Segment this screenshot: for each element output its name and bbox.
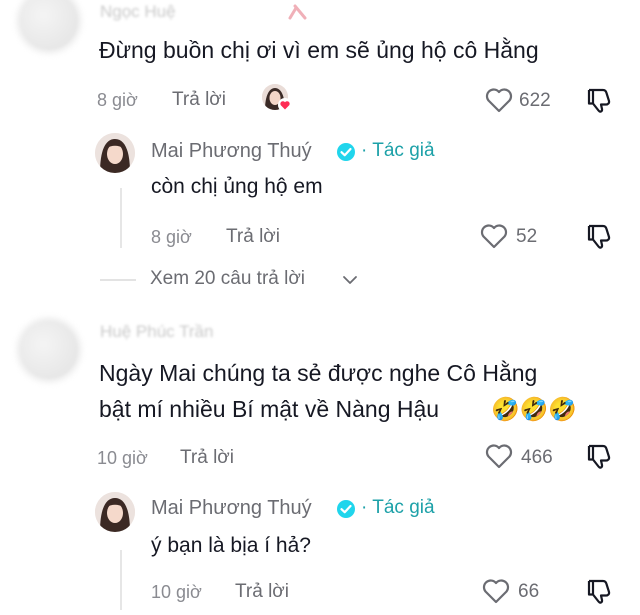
reply-author-name[interactable]: Mai Phương Thuý bbox=[151, 497, 312, 520]
reply-button[interactable]: Trả lời bbox=[235, 581, 289, 603]
like-count: 622 bbox=[519, 90, 551, 111]
reply-button[interactable]: Trả lời bbox=[172, 89, 226, 111]
comment-text-line-1: Ngày Mai chúng ta sẻ được nghe Cô Hằng bbox=[99, 360, 538, 386]
reply-button[interactable]: Trả lời bbox=[180, 447, 234, 469]
reply-author-name[interactable]: Mai Phương Thuý bbox=[151, 140, 312, 163]
like-count: 52 bbox=[516, 226, 538, 247]
view-more-replies[interactable]: Xem 20 câu trả lời bbox=[150, 268, 305, 290]
comment-text: Đừng buồn chị ơi vì em sẽ ủng hộ cô Hằng bbox=[99, 37, 539, 63]
thread-line bbox=[120, 188, 122, 248]
heart-badge-icon bbox=[278, 98, 292, 112]
commenter-name[interactable]: Ngọc Huệ bbox=[100, 2, 176, 22]
thread-line bbox=[120, 550, 122, 610]
reply-author-avatar[interactable] bbox=[95, 492, 135, 532]
verified-icon bbox=[336, 142, 356, 162]
dislike-icon[interactable] bbox=[583, 221, 613, 251]
author-tag: · Tác giả bbox=[361, 140, 435, 161]
commenter-avatar[interactable] bbox=[20, 321, 78, 379]
reply-author-avatar[interactable] bbox=[95, 133, 135, 173]
dislike-icon[interactable] bbox=[583, 441, 613, 471]
comment-text-line-2: bật mí nhiều Bí mật về Nàng Hậu bbox=[99, 396, 440, 422]
verified-icon bbox=[336, 499, 356, 519]
dislike-icon[interactable] bbox=[583, 85, 613, 115]
author-tag: · Tác giả bbox=[361, 497, 435, 518]
reply-text: ý bạn là bịa í hả? bbox=[151, 534, 311, 557]
like-icon[interactable] bbox=[484, 86, 514, 114]
like-icon[interactable] bbox=[484, 442, 514, 470]
like-count: 66 bbox=[518, 581, 540, 602]
dislike-icon[interactable] bbox=[583, 576, 613, 606]
comment-time: 10 giờ bbox=[97, 448, 148, 468]
reply-button[interactable]: Trả lời bbox=[226, 226, 280, 248]
commenter-avatar[interactable] bbox=[20, 0, 78, 50]
reply-text: còn chị ủng hộ em bbox=[151, 175, 323, 198]
reaction-icon bbox=[287, 2, 309, 22]
like-icon[interactable] bbox=[479, 222, 509, 250]
laughing-emoji: 🤣🤣🤣 bbox=[491, 397, 577, 423]
view-more-divider bbox=[100, 279, 136, 281]
chevron-down-icon[interactable] bbox=[342, 274, 358, 286]
reply-time: 8 giờ bbox=[151, 227, 192, 247]
comment-time: 8 giờ bbox=[97, 90, 138, 110]
like-count: 466 bbox=[521, 447, 553, 468]
like-icon[interactable] bbox=[481, 577, 511, 605]
reply-time: 10 giờ bbox=[151, 582, 202, 602]
commenter-name[interactable]: Huệ Phúc Trần bbox=[100, 322, 213, 342]
